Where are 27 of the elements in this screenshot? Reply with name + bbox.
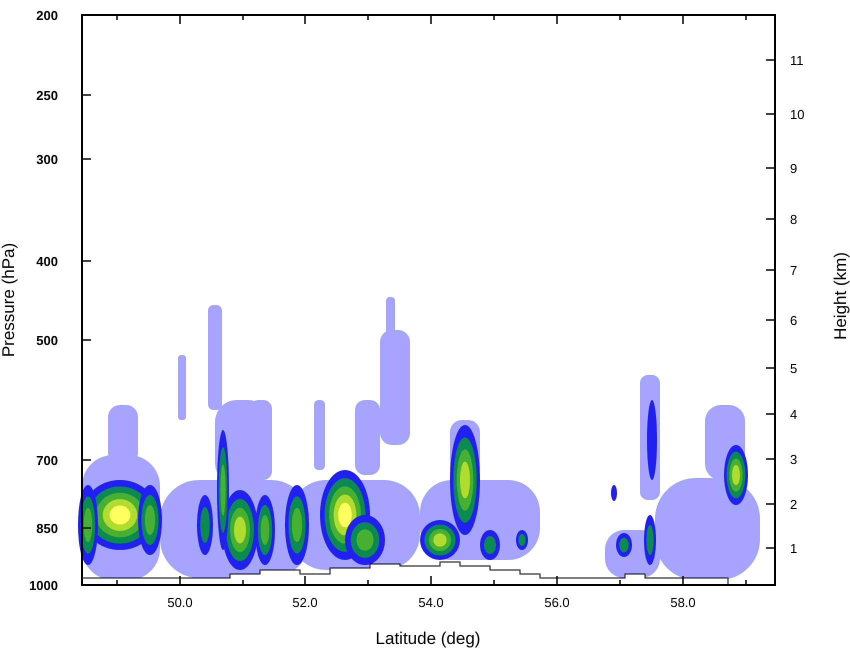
height-tick-label: 9 xyxy=(790,161,798,176)
height-tick-label: 1 xyxy=(790,541,798,556)
height-tick-label: 4 xyxy=(790,407,798,422)
height-tick-label: 11 xyxy=(790,53,804,68)
x-tick-label: 58.0 xyxy=(670,595,696,610)
height-tick-label: 5 xyxy=(790,361,798,376)
x-axis-title: Latitude (deg) xyxy=(376,629,480,648)
x-tick-label: 56.0 xyxy=(544,595,570,610)
pressure-tick-label: 200 xyxy=(36,8,58,23)
pressure-tick-label: 700 xyxy=(36,453,58,468)
height-tick-label: 6 xyxy=(790,313,798,328)
pressure-tick-label: 300 xyxy=(36,152,58,167)
height-tick-label: 7 xyxy=(790,263,798,278)
height-tick-label: 2 xyxy=(790,497,798,512)
pressure-axis-title: Pressure (hPa) xyxy=(0,242,18,358)
pressure-tick-label: 400 xyxy=(36,254,58,269)
height-tick-label: 3 xyxy=(790,452,798,467)
x-tick-label: 50.0 xyxy=(167,595,193,610)
height-tick-label: 10 xyxy=(790,107,804,122)
pressure-tick-label: 1000 xyxy=(29,578,58,593)
x-tick-label: 54.0 xyxy=(418,595,444,610)
pressure-tick-label: 250 xyxy=(36,88,58,103)
pressure-tick-label: 850 xyxy=(36,521,58,536)
x-tick-label: 52.0 xyxy=(292,595,318,610)
height-tick-label: 8 xyxy=(790,212,798,227)
pressure-tick-label: 500 xyxy=(36,333,58,348)
height-axis-title: Height (km) xyxy=(831,252,850,340)
